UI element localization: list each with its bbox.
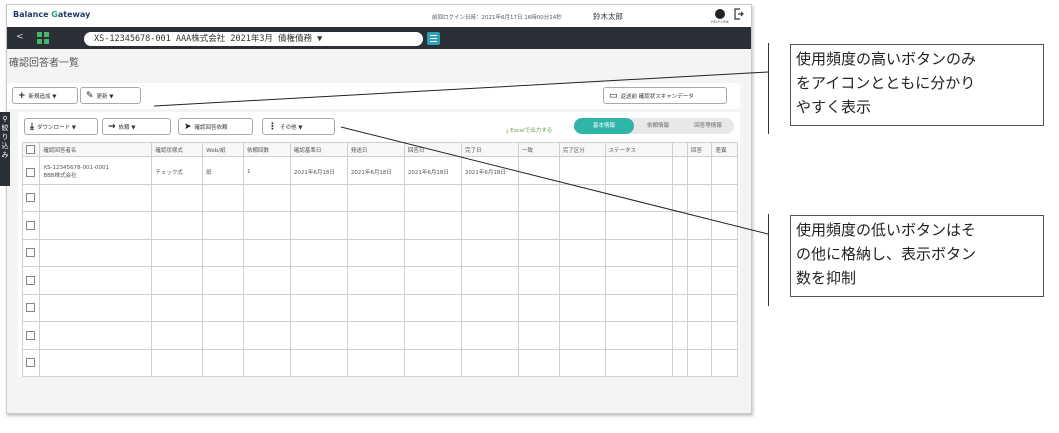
- callout-lines: [153, 71, 769, 235]
